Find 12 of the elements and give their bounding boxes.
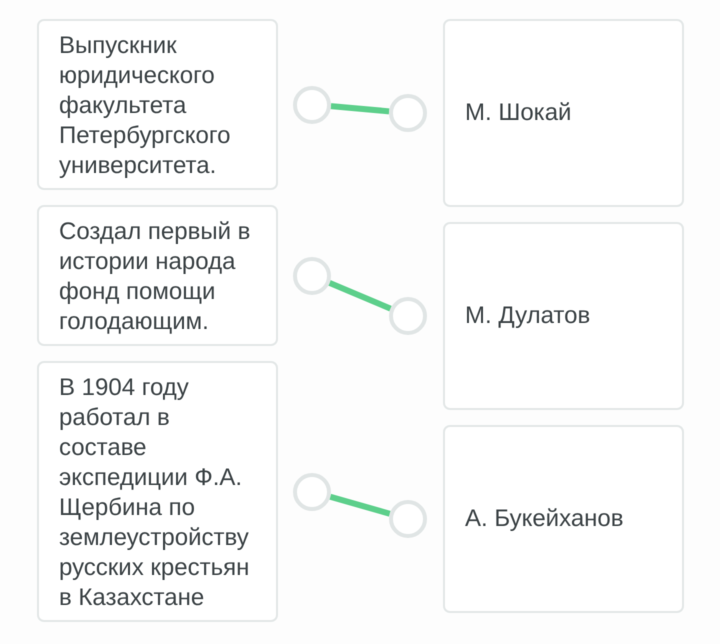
statement-text: В 1904 году работал в составе экспедиции Ф.А. Щербина по землеустройству русских крестьян в Казахстане <box>59 374 250 611</box>
answer-handle[interactable] <box>389 297 427 335</box>
answer-handle[interactable] <box>389 94 427 132</box>
statement-handle[interactable] <box>293 256 331 294</box>
answer-text: М. Дулатов <box>465 301 590 331</box>
answer-text: М. Шокай <box>465 98 572 128</box>
statement-text: Создал первый в истории народа фонд помощи голодающим. <box>59 218 250 335</box>
statement-handle[interactable] <box>293 86 331 124</box>
answer-text: А. Букейханов <box>465 504 624 534</box>
statement-text: Выпускник юридического факультета Петербургского университета. <box>59 32 230 179</box>
statement-handle[interactable] <box>293 472 331 510</box>
answer-handle[interactable] <box>389 500 427 538</box>
